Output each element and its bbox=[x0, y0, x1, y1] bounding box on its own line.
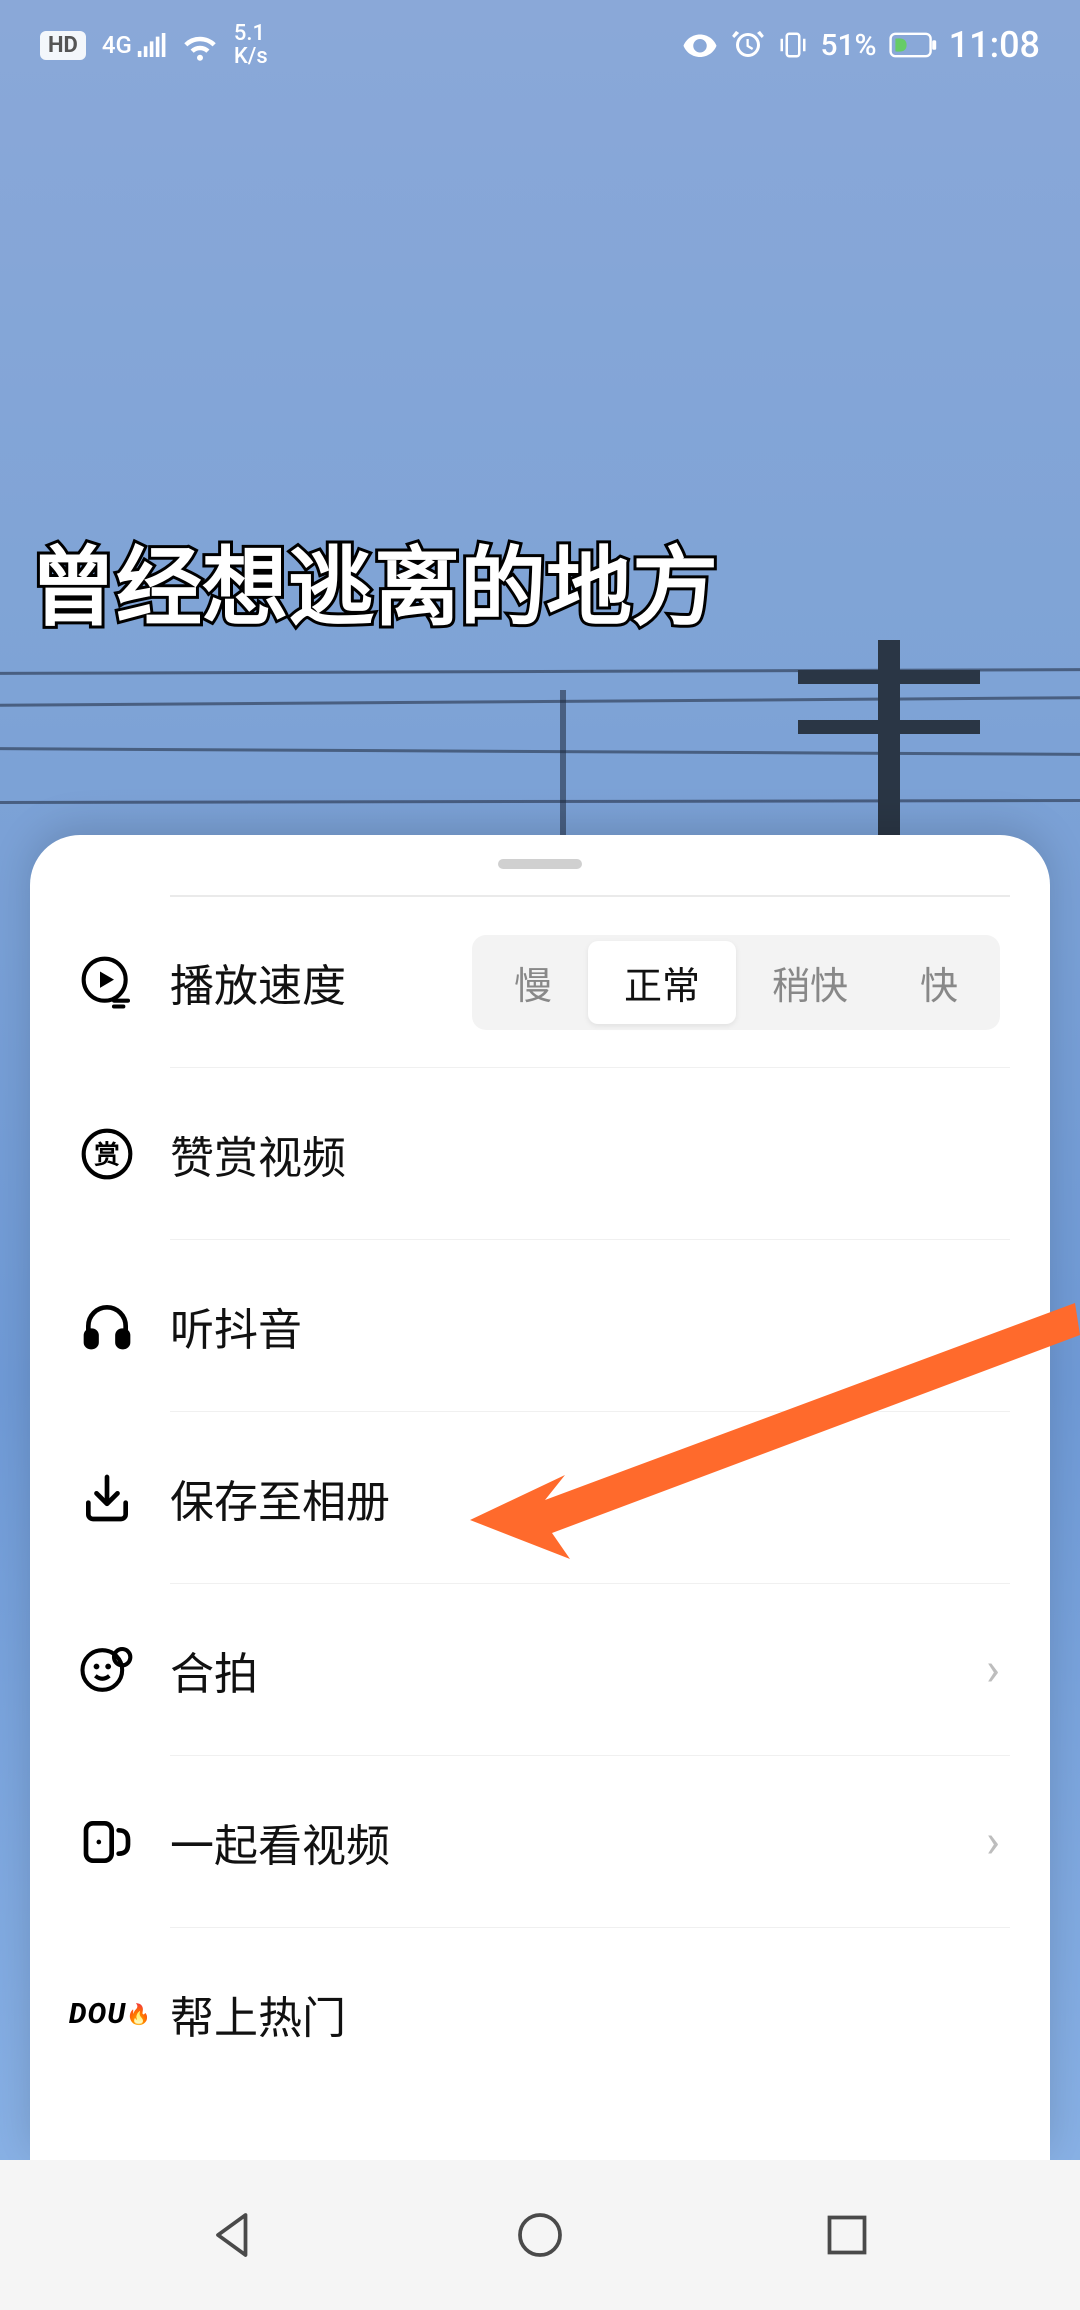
dou-plus-icon: DOU🔥 bbox=[70, 1985, 150, 2043]
signal-icon bbox=[136, 33, 166, 57]
hd-badge: HD bbox=[40, 31, 86, 60]
duet-icon bbox=[78, 1641, 136, 1699]
eye-icon bbox=[682, 27, 718, 63]
status-bar: HD 4G 5.1 K/s 51% 11:08 bbox=[0, 0, 1080, 90]
svg-text:赏: 赏 bbox=[94, 1140, 120, 1170]
caption-line-1: 曾经想逃离的地方 bbox=[30, 536, 1080, 639]
playback-speed-label: 播放速度 bbox=[170, 950, 346, 1014]
watch-together-row[interactable]: 一起看视频 › bbox=[170, 1755, 1010, 1927]
save-to-album-row[interactable]: 保存至相册 bbox=[170, 1411, 1010, 1583]
status-left: HD 4G 5.1 K/s bbox=[40, 22, 268, 68]
chevron-right-icon: › bbox=[986, 1815, 1000, 1869]
appreciate-video-row[interactable]: 赏 赞赏视频 bbox=[170, 1067, 1010, 1239]
appreciation-icon: 赏 bbox=[78, 1125, 136, 1183]
nav-recent-button[interactable] bbox=[811, 2199, 883, 2271]
vibrate-icon bbox=[778, 27, 808, 63]
battery-percent: 51% bbox=[820, 28, 876, 63]
duet-label: 合拍 bbox=[170, 1638, 258, 1702]
system-nav-bar bbox=[0, 2160, 1080, 2310]
battery-icon bbox=[889, 32, 937, 58]
playback-speed-row: 播放速度 慢 正常 稍快 快 bbox=[170, 895, 1010, 1067]
speed-normal-button[interactable]: 正常 bbox=[588, 941, 736, 1024]
download-icon bbox=[78, 1469, 136, 1527]
nav-back-button[interactable] bbox=[197, 2199, 269, 2271]
listen-audio-row[interactable]: 听抖音 bbox=[170, 1239, 1010, 1411]
alarm-icon bbox=[730, 27, 766, 63]
appreciate-video-label: 赞赏视频 bbox=[170, 1122, 346, 1186]
listen-audio-label: 听抖音 bbox=[170, 1294, 302, 1358]
speed-fast-button[interactable]: 快 bbox=[884, 941, 994, 1024]
status-right: 51% 11:08 bbox=[682, 24, 1040, 66]
wifi-icon bbox=[182, 27, 218, 63]
play-speed-icon bbox=[78, 953, 136, 1011]
watch-together-label: 一起看视频 bbox=[170, 1810, 390, 1874]
drag-handle[interactable] bbox=[498, 859, 582, 869]
chevron-right-icon: › bbox=[986, 1643, 1000, 1697]
clock-time: 11:08 bbox=[949, 24, 1040, 66]
duet-row[interactable]: 合拍 › bbox=[170, 1583, 1010, 1755]
headphone-icon bbox=[78, 1297, 136, 1355]
dou-plus-label: 帮上热门 bbox=[170, 1982, 346, 2046]
dou-plus-row[interactable]: DOU🔥 帮上热门 bbox=[170, 1927, 1010, 2099]
speed-faster-button[interactable]: 稍快 bbox=[736, 941, 884, 1024]
speed-slow-button[interactable]: 慢 bbox=[478, 941, 588, 1024]
speed-segmented-control: 慢 正常 稍快 快 bbox=[472, 935, 1000, 1030]
network-4g-icon: 4G bbox=[102, 33, 166, 57]
watch-together-icon bbox=[78, 1813, 136, 1871]
network-speed: 5.1 K/s bbox=[234, 22, 268, 68]
save-to-album-label: 保存至相册 bbox=[170, 1466, 390, 1530]
action-sheet: 播放速度 慢 正常 稍快 快 赏 赞赏视频 听抖音 保存至相册 bbox=[30, 835, 1050, 2160]
nav-home-button[interactable] bbox=[504, 2199, 576, 2271]
